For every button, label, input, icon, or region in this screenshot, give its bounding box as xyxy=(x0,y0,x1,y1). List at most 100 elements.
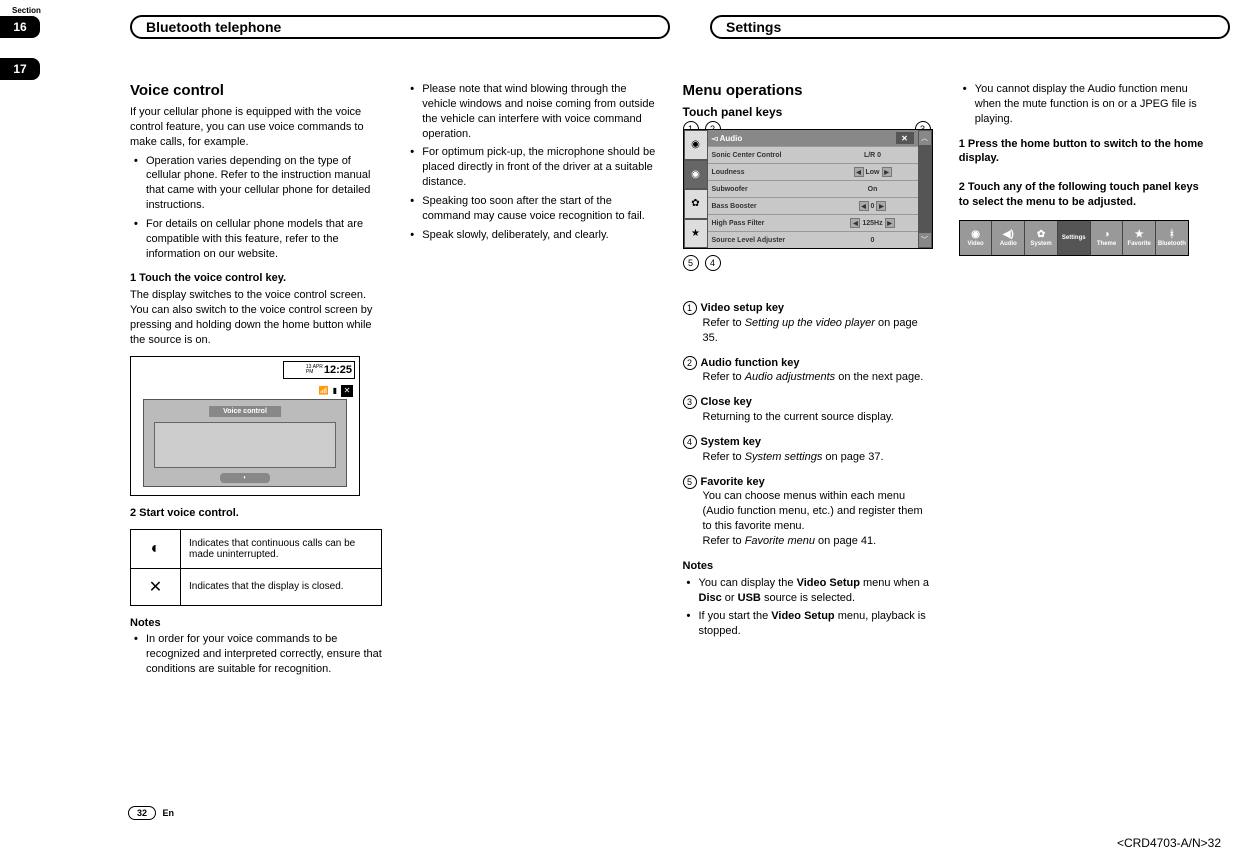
col-2: Please note that wind blowing through th… xyxy=(406,82,658,683)
menu-bar-label: System xyxy=(1030,241,1051,247)
menu-bar-video: ◉Video xyxy=(960,221,993,255)
key-name: Close key xyxy=(701,396,752,408)
battery-icon: ▮ xyxy=(333,386,337,395)
row-sonic-label: Sonic Center Control xyxy=(708,152,828,159)
left-arrow-icon: ◀ xyxy=(854,167,864,177)
vc-time: 12:25 xyxy=(324,364,352,376)
back-icon: ◅ xyxy=(712,134,720,143)
continuous-call-icon: ◐ xyxy=(131,529,181,568)
voice-control-heading: Voice control xyxy=(130,82,382,99)
menu-bar: ◉Video◀)Audio✿SystemSettings◑Theme★Favor… xyxy=(959,220,1189,256)
vc-bullet-2: For details on cellular phone models tha… xyxy=(130,217,382,262)
key-num: 4 xyxy=(683,435,697,449)
menu-bar-bluetooth: ᚼBluetooth xyxy=(1156,221,1188,255)
audio-icon: ◀) xyxy=(1003,229,1014,240)
key-name: Video setup key xyxy=(701,302,785,314)
page-footer: 32 En xyxy=(128,806,174,820)
side-system-icon: ✿ xyxy=(684,189,708,219)
step-touch-keys: 2 Touch any of the following touch panel… xyxy=(959,180,1211,210)
menu-bar-system: ✿System xyxy=(1025,221,1058,255)
key-item: 5 Favorite keyYou can choose menus within… xyxy=(683,475,935,549)
row-sla-label: Source Level Adjuster xyxy=(708,237,828,244)
step1-text: The display switches to the voice contro… xyxy=(130,288,382,347)
row-subwoofer-value: On xyxy=(868,186,878,193)
callout-4: 4 xyxy=(705,255,721,271)
signal-icon: 📶 xyxy=(319,386,329,395)
key-item: 4 System key Refer to System settings on p… xyxy=(683,435,935,465)
step1-heading: 1 Touch the voice control key. xyxy=(130,271,382,286)
panel-close-icon: ✕ xyxy=(896,132,914,144)
menu-bar-label: Video xyxy=(967,241,983,247)
note-video-setup-source: You can display the Video Setup menu whe… xyxy=(683,576,935,606)
section-label: Section xyxy=(12,6,41,15)
side-audio-icon: ◉ xyxy=(684,160,708,190)
note-mic: For optimum pick-up, the microphone shou… xyxy=(406,145,658,190)
favorite-icon: ★ xyxy=(1135,229,1144,240)
right-arrow-icon: ▶ xyxy=(885,218,895,228)
bluetooth-icon: ᚼ xyxy=(1169,229,1175,240)
doc-ref: <CRD4703-A/N>32 xyxy=(1117,836,1221,850)
menu-bar-theme: ◑Theme xyxy=(1091,221,1124,255)
row-loudness-value: Low xyxy=(866,169,880,176)
menu-bar-label: Theme xyxy=(1097,241,1116,247)
key-num: 5 xyxy=(683,475,697,489)
panel-title: Audio xyxy=(720,134,743,143)
key-num: 3 xyxy=(683,395,697,409)
menu-ops-heading: Menu operations xyxy=(683,82,935,99)
notes-heading-2: Notes xyxy=(683,559,935,574)
menu-bar-favorite: ★Favorite xyxy=(1123,221,1156,255)
key-item: 2 Audio function keyRefer to Audio adjust… xyxy=(683,356,935,386)
note-recognition: In order for your voice commands to be r… xyxy=(130,632,382,677)
left-arrow-icon: ◀ xyxy=(850,218,860,228)
header-bluetooth: Bluetooth telephone xyxy=(130,15,670,39)
key-num: 2 xyxy=(683,356,697,370)
menu-bar-label: Favorite xyxy=(1128,241,1151,247)
col-3: Menu operations Touch panel keys 1 2 3 ◉… xyxy=(683,82,935,683)
row-bass-label: Bass Booster xyxy=(708,203,828,210)
row-sla-value: 0 xyxy=(871,237,875,244)
key-list: 1 Video setup key Refer to Setting up the … xyxy=(683,301,935,549)
menu-bar-label: Bluetooth xyxy=(1158,241,1186,247)
audio-settings-panel: ◉ ◉ ✿ ★ ◅ Audio ✕ Sonic Center ControlL/… xyxy=(683,129,933,249)
key-name: Audio function key xyxy=(701,357,800,369)
vc-ampm: PM xyxy=(306,369,314,375)
row-bass-value: 0 xyxy=(871,203,875,210)
note-speak-slowly: Speak slowly, deliberately, and clearly. xyxy=(406,228,658,243)
menu-bar-audio: ◀)Audio xyxy=(992,221,1025,255)
key-desc: You can choose menus within each menu (A… xyxy=(683,489,935,548)
voice-indicator-table: ◐ Indicates that continuous calls can be… xyxy=(130,529,382,606)
row-loudness-label: Loudness xyxy=(708,169,828,176)
step2-heading: 2 Start voice control. xyxy=(130,506,382,521)
close-icon: ✕ xyxy=(341,385,353,397)
mic-icon: ◐ xyxy=(220,473,270,483)
system-icon: ✿ xyxy=(1037,229,1045,240)
col-1: Voice control If your cellular phone is … xyxy=(130,82,382,683)
step-home: 1 Press the home button to switch to the… xyxy=(959,137,1211,167)
left-arrow-icon: ◀ xyxy=(859,201,869,211)
note-too-soon: Speaking too soon after the start of the… xyxy=(406,194,658,224)
voice-control-intro: If your cellular phone is equipped with … xyxy=(130,105,382,150)
side-favorite-icon: ★ xyxy=(684,219,708,249)
menu-bar-settings: Settings xyxy=(1058,221,1091,255)
scroll-up-icon: ︿ xyxy=(918,130,932,146)
key-desc: Refer to System settings on page 37. xyxy=(683,450,935,465)
video-icon: ◉ xyxy=(971,229,980,240)
tab-16: 16 xyxy=(0,16,40,38)
key-desc: Refer to Setting up the video player on … xyxy=(683,316,935,346)
right-arrow-icon: ▶ xyxy=(876,201,886,211)
key-item: 1 Video setup key Refer to Setting up the … xyxy=(683,301,935,346)
continuous-call-desc: Indicates that continuous calls can be m… xyxy=(181,529,382,568)
header-settings: Settings xyxy=(710,15,1230,39)
vc-panel-label: Voice control xyxy=(209,406,281,417)
row-hpf-label: High Pass Filter xyxy=(708,220,828,227)
key-desc: Refer to Audio adjustments on the next p… xyxy=(683,370,935,385)
page-lang: En xyxy=(163,808,175,818)
row-subwoofer-label: Subwoofer xyxy=(708,186,828,193)
menu-bar-label: Audio xyxy=(1000,241,1017,247)
vc-clock: 13 APR PM 12:25 xyxy=(283,361,355,379)
note-wind: Please note that wind blowing through th… xyxy=(406,82,658,141)
row-hpf-value: 125Hz xyxy=(862,220,882,227)
key-num: 1 xyxy=(683,301,697,315)
key-name: System key xyxy=(701,436,762,448)
key-name: Favorite key xyxy=(701,476,765,488)
